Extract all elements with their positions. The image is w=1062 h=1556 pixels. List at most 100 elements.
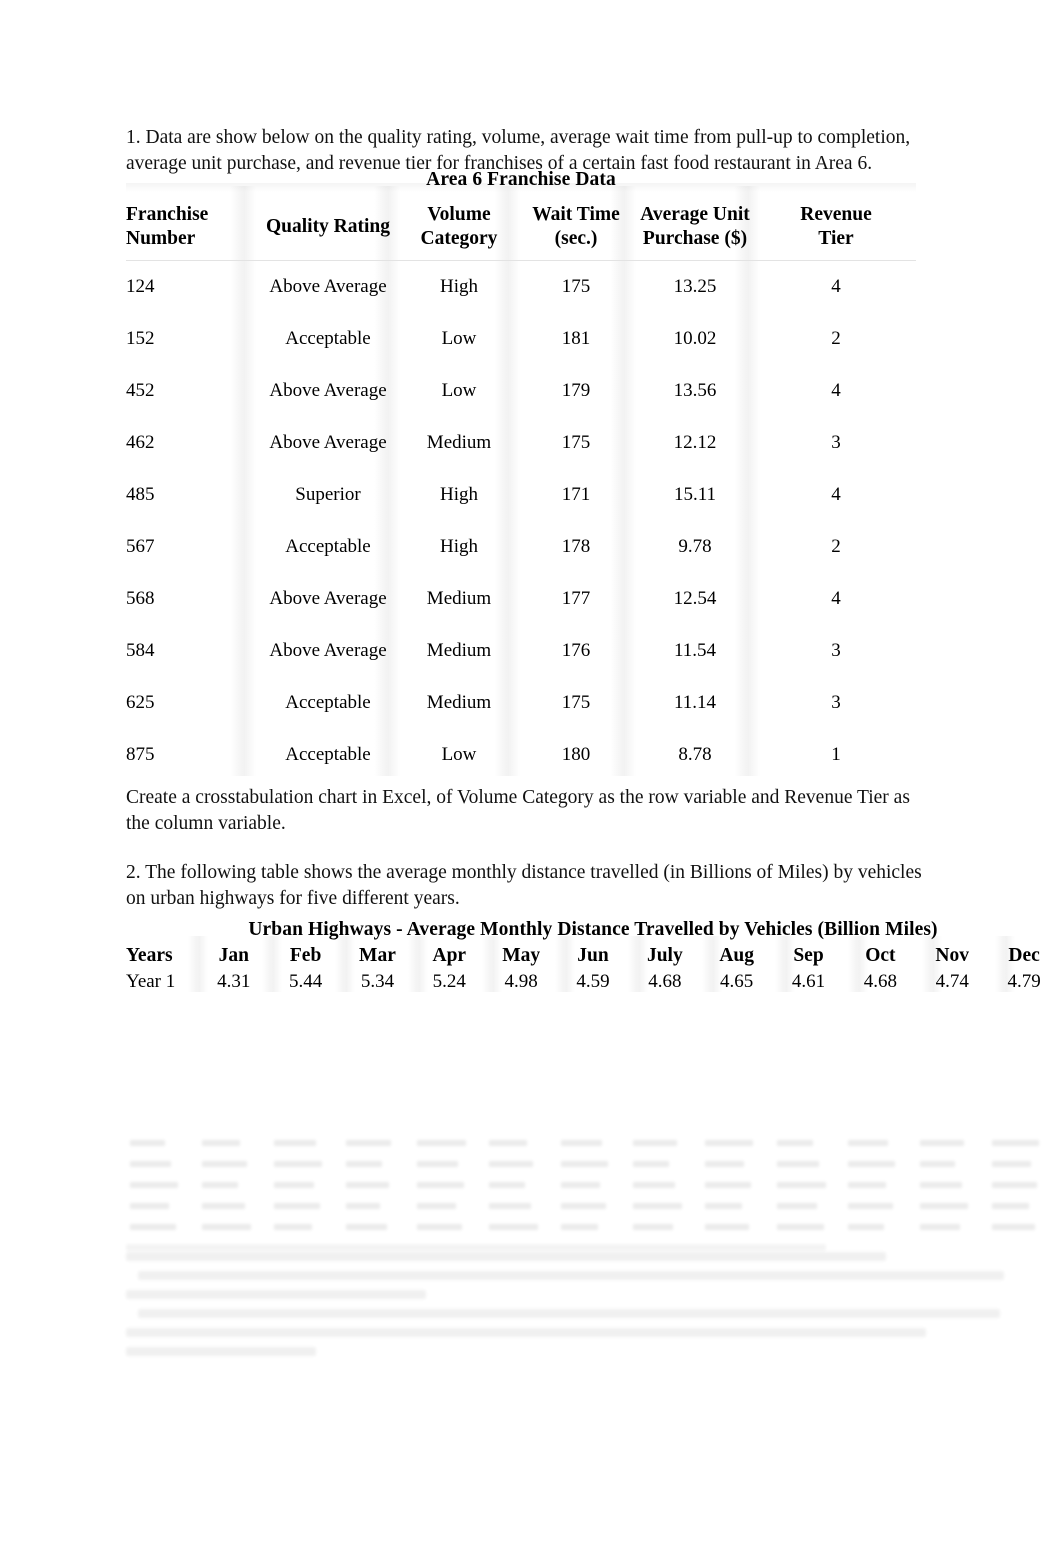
table-1-container: Area 6 Franchise Data Franchise Number Q… xyxy=(126,168,916,781)
table-cell: 12.12 xyxy=(673,432,717,453)
column-header-jun: Jun xyxy=(577,945,609,966)
table-cell: 10.02 xyxy=(673,328,717,349)
table-cell: 3 xyxy=(831,640,841,661)
table-cell: 152 xyxy=(126,328,155,349)
ghost-column xyxy=(417,1136,467,1248)
header-line: Number xyxy=(126,228,196,249)
header-line: Average Unit xyxy=(640,204,750,225)
column-header-dec: Dec xyxy=(1008,945,1040,966)
ghost-text-line xyxy=(126,1347,316,1356)
table-cell: 4.68 xyxy=(863,971,897,992)
table-2-body: Year 1 4.31 5.44 5.34 5.24 4.98 4.59 4.68 4.65 4.… xyxy=(126,969,1060,996)
table-cell: 4.31 xyxy=(217,971,251,992)
table-cell: Medium xyxy=(426,692,492,713)
table-row: 568 Above Average Medium 177 12.54 4 xyxy=(126,573,916,625)
table-cell: 462 xyxy=(126,432,155,453)
table-cell: 175 xyxy=(561,432,591,453)
column-header-years: Years xyxy=(126,945,173,966)
table-cell: 12.54 xyxy=(673,588,717,609)
ghost-column xyxy=(632,1136,683,1248)
table-cell: High xyxy=(440,276,478,297)
column-header-aug: Aug xyxy=(719,945,755,966)
column-header-revenue-tier: Revenue Tier xyxy=(756,196,916,261)
header-line: Tier xyxy=(818,228,854,249)
table-2-title: Urban Highways - Average Monthly Distanc… xyxy=(248,919,938,940)
table-cell: Above Average xyxy=(269,276,387,297)
column-header-sep: Sep xyxy=(793,945,824,966)
ghost-text-line xyxy=(126,1252,886,1261)
table-cell: Low xyxy=(441,380,477,401)
table-1-header: Franchise Number Quality Rating Volume C… xyxy=(126,196,916,261)
table-cell: Acceptable xyxy=(285,692,371,713)
ghost-column xyxy=(201,1136,252,1248)
table-cell: 568 xyxy=(126,588,155,609)
faded-ghost-paragraph xyxy=(126,1252,1006,1372)
table-cell: 4 xyxy=(831,380,841,401)
table-cell: 180 xyxy=(561,744,591,765)
table-row: 567 Acceptable High 178 9.78 2 xyxy=(126,521,916,573)
column-header-may: May xyxy=(502,945,541,966)
column-header-feb: Feb xyxy=(289,945,322,966)
table-cell: 625 xyxy=(126,692,155,713)
table-row: 124 Above Average High 175 13.25 4 xyxy=(126,261,916,314)
table-cell: Superior xyxy=(295,484,361,505)
column-header-nov: Nov xyxy=(935,945,969,966)
table-row: 462 Above Average Medium 175 12.12 3 xyxy=(126,417,916,469)
table-2-header-row: Years Jan Feb Mar Apr May Jun July Aug Sep Oct Nov D… xyxy=(126,943,1060,969)
table-cell: Medium xyxy=(426,640,492,661)
table-cell: 181 xyxy=(561,328,591,349)
column-header-volume-category: Volume Category xyxy=(400,196,518,261)
table-cell: 5.44 xyxy=(288,971,323,992)
table-cell: Medium xyxy=(426,588,492,609)
column-header-mar: Mar xyxy=(359,945,396,966)
table-cell: 2 xyxy=(831,536,841,557)
table-cell: Acceptable xyxy=(285,744,371,765)
table-cell: Above Average xyxy=(269,380,387,401)
ghost-column xyxy=(776,1136,827,1248)
table-cell: 567 xyxy=(126,536,155,557)
table-cell: 452 xyxy=(126,380,155,401)
question-1-task: Create a crosstabulation chart in Excel,… xyxy=(126,787,910,834)
table-cell: 875 xyxy=(126,744,155,765)
ghost-column xyxy=(345,1136,396,1248)
column-header-jan: Jan xyxy=(218,945,249,966)
table-cell: 2 xyxy=(831,328,841,349)
ghost-column xyxy=(920,1136,970,1248)
ghost-column xyxy=(992,1136,1042,1248)
header-line: Quality Rating xyxy=(265,216,391,237)
table-cell: 171 xyxy=(561,484,591,505)
table-row: Year 1 4.31 5.44 5.34 5.24 4.98 4.59 4.68 4.65 4.… xyxy=(126,969,1060,996)
table-cell: Low xyxy=(441,328,477,349)
table-cell: High xyxy=(440,536,478,557)
table-cell: 4.59 xyxy=(576,971,610,992)
table-cell: Above Average xyxy=(269,640,387,661)
table-cell: 177 xyxy=(561,588,591,609)
table-cell: Acceptable xyxy=(285,536,371,557)
table-2-header: Years Jan Feb Mar Apr May Jun July Aug Sep Oct Nov D… xyxy=(126,943,1060,969)
ghost-text-line xyxy=(126,1328,926,1337)
table-1-header-row: Franchise Number Quality Rating Volume C… xyxy=(126,196,916,261)
document-page: 1. Data are show below on the quality ra… xyxy=(0,0,1062,1556)
ghost-rule xyxy=(126,1244,826,1251)
table-row: 452 Above Average Low 179 13.56 4 xyxy=(126,365,916,417)
header-line: Revenue xyxy=(800,204,872,225)
table-cell: 4 xyxy=(831,588,841,609)
table-cell: 5.24 xyxy=(432,971,466,992)
table-1-title: Area 6 Franchise Data xyxy=(426,169,616,190)
table-2-container: Urban Highways - Average Monthly Distanc… xyxy=(126,918,1060,996)
ghost-column xyxy=(489,1136,539,1248)
table-cell: 8.78 xyxy=(678,744,712,765)
faded-ghost-table xyxy=(126,1136,1060,1251)
column-header-average-unit-purchase: Average Unit Purchase ($) xyxy=(634,196,756,261)
header-line: Volume xyxy=(427,204,491,225)
table-row: 875 Acceptable Low 180 8.78 1 xyxy=(126,729,916,781)
ghost-column xyxy=(848,1136,898,1248)
table-cell: 5.34 xyxy=(360,971,395,992)
column-header-apr: Apr xyxy=(432,945,467,966)
table-cell: 178 xyxy=(561,536,591,557)
table-row: 152 Acceptable Low 181 10.02 2 xyxy=(126,313,916,365)
table-cell: 3 xyxy=(831,692,841,713)
table-cell: Low xyxy=(441,744,477,765)
urban-highways-distance-table: Years Jan Feb Mar Apr May Jun July Aug Sep Oct Nov D… xyxy=(126,943,1060,996)
table-cell: 13.25 xyxy=(673,276,717,297)
